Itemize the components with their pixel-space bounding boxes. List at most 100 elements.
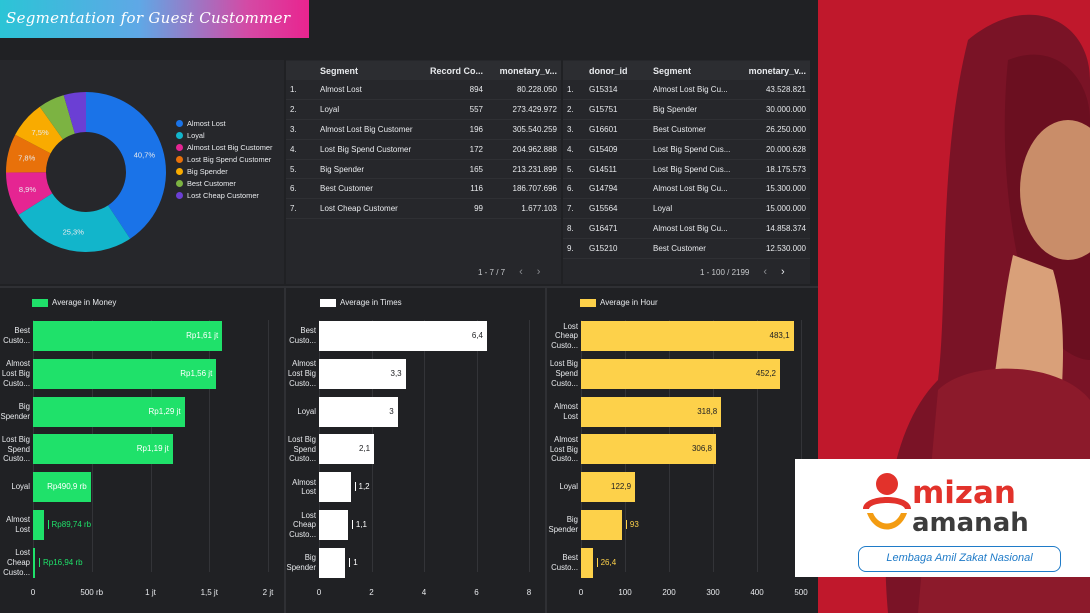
table-row[interactable]: 2. Loyal 557 273.429.972 [286, 99, 561, 121]
slice-label: 7,5% [32, 128, 49, 137]
legend-item[interactable]: Almost Lost Big Customer [176, 143, 286, 152]
bar-value-label: Rp89,74 rb [47, 520, 91, 529]
bar[interactable] [581, 510, 622, 540]
y-category-label: Almost Lost [6, 515, 30, 534]
y-category-label: Big Spender [286, 553, 316, 572]
x-tick-label: 400 [750, 588, 764, 597]
table-row[interactable]: 1. Almost Lost 894 80.228.050 [286, 80, 561, 101]
bar[interactable] [319, 472, 351, 503]
bar-value-label: Rp1,19 jt [136, 444, 169, 454]
bar[interactable] [581, 547, 593, 578]
x-tick-label: 1,5 jt [200, 588, 218, 597]
bar-value-label: 6,4 [471, 331, 483, 340]
table-row[interactable]: 7. Lost Cheap Customer 99 1.677.103 [286, 198, 561, 220]
chevron-left-icon[interactable]: ‹ [519, 266, 523, 278]
legend-item[interactable]: Big Spender [176, 167, 286, 176]
bar-value-label: 2,1 [359, 444, 371, 454]
column-header[interactable]: monetary_v... [737, 61, 810, 80]
bar-value-label: 318,8 [697, 406, 718, 416]
chevron-right-icon[interactable]: › [781, 266, 785, 278]
legend-item[interactable]: Best Customer [176, 179, 286, 188]
table-cell: Big Spender [316, 159, 422, 180]
table-cell: Best Customer [649, 238, 737, 259]
bar[interactable] [319, 510, 348, 540]
chevron-left-icon[interactable]: ‹ [763, 266, 767, 278]
table-row[interactable]: 3. Almost Lost Big Customer 196 305.540.259 [286, 119, 561, 140]
bar-value-label: Rp1,61 jt [186, 331, 219, 340]
x-tick-label: 500 [794, 588, 808, 597]
slice-label: 8,9% [19, 185, 36, 194]
table-cell: Almost Lost Big Cu... [649, 178, 737, 200]
legend-item[interactable]: Loyal [176, 131, 286, 140]
bar-value-label: Rp1,56 jt [180, 368, 213, 378]
x-tick-label: 100 [618, 588, 632, 597]
donor-table: donor_id Segment monetary_v... 1. G15314 A… [563, 61, 810, 259]
table-cell: Almost Lost [316, 80, 422, 101]
table-row[interactable]: 6. Best Customer 116 186.707.696 [286, 178, 561, 200]
chart-legend[interactable]: Average in Money [32, 298, 116, 307]
chart-legend[interactable]: Average in Times [320, 298, 402, 307]
y-category-label: Best Custo... [551, 553, 578, 572]
legend-swatch [176, 120, 183, 127]
table-row[interactable]: 1. G15314 Almost Lost Big Cu... 43.528.821 [563, 80, 810, 101]
bar[interactable] [33, 510, 44, 540]
gridline [209, 320, 211, 572]
legend-label: Average in Hour [600, 298, 658, 307]
bar-value-label: 122,9 [611, 482, 632, 492]
table-row[interactable]: 4. G15409 Lost Big Spend Cus... 20.000.628 [563, 139, 810, 160]
table-cell: 80.228.050 [487, 80, 561, 101]
table-cell: 15.300.000 [737, 178, 810, 200]
column-header[interactable]: donor_id [585, 61, 649, 80]
column-header[interactable]: monetary_v... [487, 61, 561, 80]
y-category-label: Lost Big Spend Custo... [1, 435, 30, 464]
table-row[interactable]: 2. G15751 Big Spender 30.000.000 [563, 99, 810, 121]
column-header[interactable]: Record Co... [422, 61, 487, 80]
x-tick-label: 2 [369, 588, 374, 597]
money-bar-chart: Average in Money 0 500 rb 1 jt 1,5 jt 2 jt Bes… [0, 288, 284, 613]
logo-wordmark-mizan: mizan [912, 475, 1016, 511]
table-row[interactable]: 5. G14511 Lost Big Spend Cus... 18.175.573 [563, 159, 810, 180]
table-cell: G14511 [585, 159, 649, 180]
chart-legend[interactable]: Average in Hour [580, 298, 658, 307]
bar-value-label: 1 [349, 557, 358, 567]
legend-item[interactable]: Almost Lost [176, 119, 286, 128]
chevron-right-icon[interactable]: › [537, 266, 541, 278]
title-banner: Segmentation for Guest Custommer [0, 0, 309, 38]
table-cell: 1. [286, 80, 316, 101]
bar[interactable] [33, 547, 35, 578]
table-row[interactable]: 8. G16471 Almost Lost Big Cu... 14.858.374 [563, 218, 810, 239]
table-cell: 4. [286, 139, 316, 160]
x-tick-label: 1 jt [145, 588, 156, 597]
table-cell: 116 [422, 178, 487, 200]
table-row[interactable]: 6. G14794 Almost Lost Big Cu... 15.300.000 [563, 178, 810, 200]
table-row[interactable]: 7. G15564 Loyal 15.000.000 [563, 198, 810, 220]
slice-label: 40,7% [134, 150, 156, 159]
legend-item[interactable]: Lost Cheap Customer [176, 191, 286, 200]
bar[interactable] [319, 547, 346, 578]
legend-swatch [176, 144, 183, 151]
table-cell: 6. [286, 178, 316, 200]
bar-value-label: 3,3 [390, 368, 402, 378]
table-cell: G15409 [585, 139, 649, 160]
table-row[interactable]: 9. G15210 Best Customer 12.530.000 [563, 238, 810, 259]
legend-item[interactable]: Lost Big Spend Customer [176, 155, 286, 164]
table-row[interactable]: 4. Lost Big Spend Customer 172 204.962.888 [286, 139, 561, 160]
x-tick-label: 500 rb [80, 588, 104, 597]
slice-label: 7,8% [18, 154, 35, 163]
table-cell: G15314 [585, 80, 649, 101]
y-category-label: Best Custo... [3, 326, 30, 345]
legend-swatch [176, 192, 183, 199]
table-cell: G14794 [585, 178, 649, 200]
table-cell: 273.429.972 [487, 99, 561, 121]
mizan-amanah-logo-icon [863, 473, 911, 530]
donor-table-pager: 1 - 100 / 2199 ‹ › [700, 266, 785, 278]
column-header[interactable]: Segment [316, 61, 422, 80]
table-row[interactable]: 5. Big Spender 165 213.231.899 [286, 159, 561, 180]
y-category-label: Lost Cheap Custo... [3, 548, 30, 577]
table-row[interactable]: 3. G16601 Best Customer 26.250.000 [563, 119, 810, 140]
table-cell: 6. [563, 178, 585, 200]
table-cell: G15564 [585, 198, 649, 220]
table-cell: 26.250.000 [737, 119, 810, 140]
column-header[interactable]: Segment [649, 61, 737, 80]
bar-value-label: 3 [389, 406, 394, 416]
